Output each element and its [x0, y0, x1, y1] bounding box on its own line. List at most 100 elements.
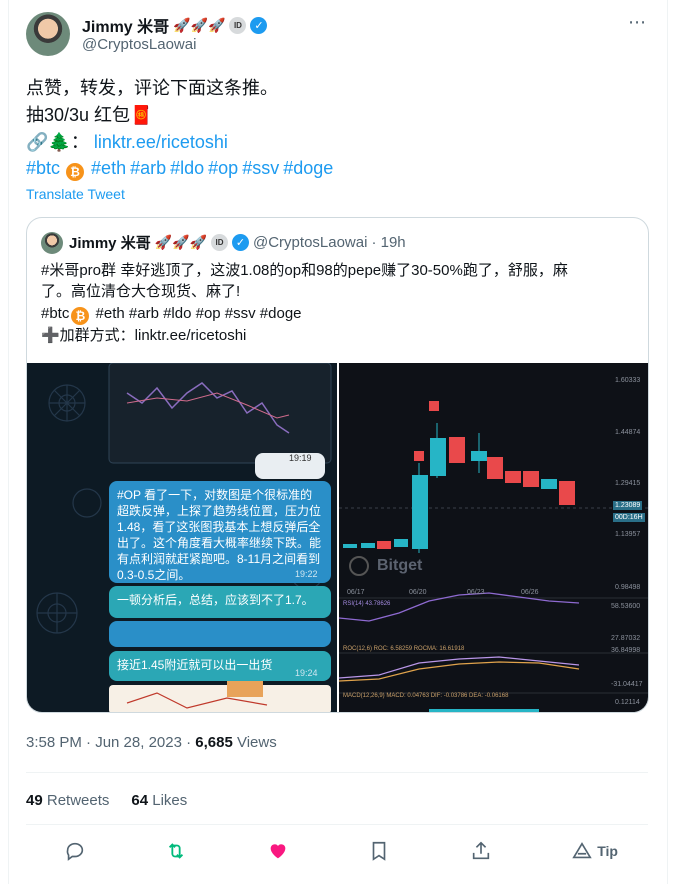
candle [412, 475, 428, 549]
author-name-row[interactable]: Jimmy 米哥 🚀🚀🚀 ID ✓ [82, 13, 268, 37]
roc-level-1: 36.84998 [611, 647, 641, 654]
quoted-hashtags: #btc ₿ #eth #arb #ldo #op #ssv #doge [41, 303, 302, 325]
quoted-hashtag-btc: #btc [41, 305, 70, 322]
candle [487, 457, 503, 479]
candle [559, 481, 575, 505]
reply-icon [66, 842, 84, 861]
price-label-5: 1.13957 [615, 531, 641, 538]
candle [377, 541, 391, 549]
rsi-level-2: 27.87032 [611, 635, 641, 642]
author-name[interactable]: Jimmy 米哥 [82, 13, 169, 37]
sell-marker-icon [414, 451, 424, 461]
rsi-level-1: 58.53600 [611, 603, 641, 610]
divider [26, 772, 648, 773]
price-label-1: 1.60333 [615, 377, 641, 384]
author-handle[interactable]: @CryptosLaowai [82, 36, 196, 53]
chat-message-1-time: 19:22 [295, 569, 318, 579]
roc-label: ROC(12,6) ROC: 6.58259 ROCMA: 16.61918 [343, 646, 465, 652]
date-label-1: 06/17 [347, 589, 365, 596]
tweet-link-line: 🔗🌲： linktr.ee/ricetoshi [26, 130, 228, 154]
hashtag-ldo[interactable]: #ldo [170, 158, 204, 178]
quoted-author-handle[interactable]: @CryptosLaowai [253, 234, 367, 251]
candle [343, 544, 357, 548]
quoted-author-row: Jimmy 米哥 🚀🚀🚀 ID ✓ @CryptosLaowai · 19h [69, 232, 406, 253]
chat-screenshot-image[interactable]: 19:19 #OP 看了一下，对数图是个很标准的超跌反弹，上探了趋势线位置，压力… [27, 363, 337, 712]
translate-tweet-link[interactable]: Translate Tweet [26, 186, 125, 202]
quoted-text-line-1: #米哥pro群 幸好逃顶了，这波1.08的op和98的pepe赚了30-50%跑… [41, 262, 568, 279]
hashtag-btc[interactable]: #btc [26, 158, 60, 178]
chat-message-3-time: 19:24 [295, 668, 318, 678]
views-label: Views [232, 734, 277, 751]
verified-icon: ✓ [232, 234, 249, 251]
quoted-tweet[interactable]: Jimmy 米哥 🚀🚀🚀 ID ✓ @CryptosLaowai · 19h #… [26, 217, 649, 713]
tweet-timestamp[interactable]: 3:58 PM · Jun 28, 2023 · [26, 734, 195, 751]
tip-label: Tip [597, 843, 618, 859]
divider [26, 824, 648, 825]
bookmark-button[interactable] [368, 840, 390, 862]
chat-message-1: #OP 看了一下，对数图是个很标准的超跌反弹，上探了趋势线位置，压力位1.48，… [109, 481, 331, 583]
quoted-text-line-4: ➕加群方式：linktr.ee/ricetoshi [41, 327, 247, 344]
retweet-button[interactable] [165, 840, 187, 862]
action-bar: Tip [26, 840, 648, 862]
hashtag-ssv[interactable]: #ssv [242, 158, 279, 178]
quoted-hashtags-rest: #eth #arb #ldo #op #ssv #doge [91, 305, 302, 322]
countdown-label: 00D:16H [613, 513, 645, 522]
chart-watermark: Bitget [377, 557, 423, 574]
candle [471, 451, 487, 461]
bitcoin-icon: ₿ [66, 163, 85, 181]
bookmark-icon [372, 841, 386, 861]
retweets-count-link[interactable]: 49 Retweets [26, 792, 109, 809]
bitcoin-icon: ₿ [71, 307, 90, 325]
date-label-2: 06/20 [409, 589, 427, 596]
retweets-count: 49 [26, 792, 43, 809]
hashtag-eth[interactable]: #eth [91, 158, 126, 178]
id-badge-icon: ID [211, 234, 228, 251]
candle [361, 543, 375, 548]
share-icon [472, 841, 489, 860]
candlestick-chart-image[interactable]: Bitget 1.60333 1.44874 1.29415 1.23089 0… [339, 363, 648, 712]
author-avatar[interactable] [26, 12, 70, 56]
tip-icon [572, 842, 592, 859]
share-button[interactable] [470, 840, 492, 862]
candle [449, 437, 465, 463]
chat-message-1-text: #OP 看了一下，对数图是个很标准的超跌反弹，上探了趋势线位置，压力位1.48，… [117, 488, 322, 582]
tweet-hashtags: #btc ₿ #eth #arb #ldo #op #ssv #doge [26, 156, 337, 181]
macd-label: MACD(12,26,9) MACD: 0.04763 DIF: -0.0378… [343, 693, 509, 699]
date-label-3: 06/23 [467, 589, 485, 596]
tweet-meta: 3:58 PM · Jun 28, 2023 · 6,685 Views [26, 734, 277, 751]
link-prefix: 🔗🌲： [26, 132, 89, 152]
candle [523, 471, 539, 487]
price-label-3: 1.29415 [615, 480, 641, 487]
likes-count-link[interactable]: 64 Likes [131, 792, 187, 809]
id-badge-icon: ID [229, 16, 247, 34]
like-button[interactable] [267, 840, 289, 862]
sell-marker-icon [429, 401, 439, 411]
quoted-author-avatar[interactable] [41, 232, 63, 254]
candle [541, 479, 557, 489]
chat-top-time: 19:19 [289, 453, 312, 463]
rsi-label: RSI(14) 43.78626 [343, 601, 391, 607]
price-label-2: 1.44874 [615, 429, 641, 436]
likes-label: Likes [148, 792, 188, 809]
tip-button[interactable]: Tip [571, 840, 618, 862]
more-options-icon[interactable]: ⋯ [628, 12, 647, 33]
tweet-link[interactable]: linktr.ee/ricetoshi [94, 132, 228, 152]
candle [430, 438, 446, 476]
reply-button[interactable] [64, 840, 86, 862]
hashtag-op[interactable]: #op [208, 158, 238, 178]
quoted-text-line-2: 了。高位清仓大仓现货、麻了! [41, 283, 241, 300]
candle [394, 539, 408, 547]
current-price-label: 1.23089 [613, 501, 643, 510]
macd-level: 0.12114 [615, 699, 640, 706]
quoted-author-name[interactable]: Jimmy 米哥 [69, 232, 151, 253]
hashtag-doge[interactable]: #doge [283, 158, 333, 178]
tweet-text-line-2: 抽30/3u 红包🧧 [26, 105, 153, 125]
date-label-4: 06/26 [521, 589, 539, 596]
quoted-tweet-time[interactable]: · 19h [371, 234, 405, 251]
views-count: 6,685 [195, 734, 233, 751]
likes-count: 64 [131, 792, 149, 809]
heart-icon [270, 844, 286, 859]
engagement-counts: 49 Retweets 64 Likes [26, 792, 187, 809]
hashtag-arb[interactable]: #arb [130, 158, 166, 178]
candle [505, 471, 521, 483]
